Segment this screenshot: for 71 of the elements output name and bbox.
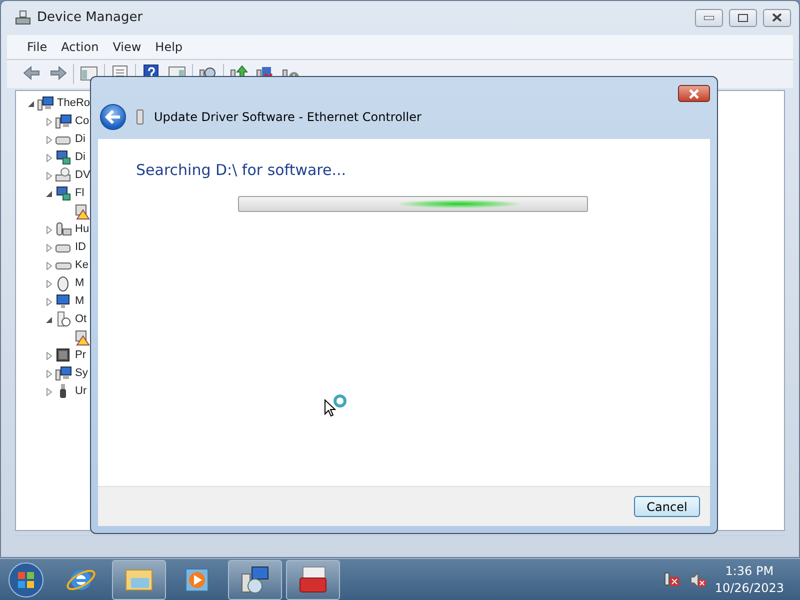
collapse-triangle-icon[interactable] — [45, 190, 53, 198]
tree-item[interactable]: Di — [75, 131, 86, 148]
tree-item[interactable]: Di — [75, 149, 86, 166]
input-device-icon — [55, 221, 72, 238]
collapse-triangle-icon[interactable] — [27, 100, 35, 108]
tree-item[interactable]: DV — [75, 167, 90, 184]
expand-triangle-icon[interactable] — [45, 262, 53, 270]
tree-item[interactable]: Pr — [75, 347, 86, 364]
taskbar-button[interactable] — [228, 560, 282, 600]
expand-triangle-icon[interactable] — [45, 172, 53, 180]
minimize-button[interactable] — [695, 8, 723, 27]
search-status-heading: Searching D:\ for software... — [136, 160, 348, 181]
expand-triangle-icon[interactable] — [45, 352, 53, 360]
computer-icon — [37, 95, 54, 112]
window-title: Device Manager — [37, 9, 144, 28]
processor-icon — [55, 347, 72, 364]
expand-triangle-icon[interactable] — [45, 298, 53, 306]
dialog-title: Update Driver Software - Ethernet Controller — [154, 109, 422, 126]
tree-item[interactable]: Ke — [75, 257, 88, 274]
back-arrow-icon — [105, 110, 121, 124]
disc-drive-icon — [55, 167, 72, 184]
close-icon — [772, 13, 782, 22]
computer-icon — [55, 113, 72, 130]
menu-item[interactable]: Help — [149, 36, 189, 57]
tree-item[interactable]: TheRo — [57, 95, 90, 112]
warning-device-icon — [73, 203, 90, 220]
collapse-triangle-icon[interactable] — [45, 316, 53, 324]
device-manager-icon — [15, 10, 31, 26]
monitor-icon — [55, 293, 72, 310]
tree-item[interactable]: M — [75, 275, 84, 292]
menu-item[interactable]: View — [106, 36, 148, 57]
close-button[interactable] — [763, 8, 791, 27]
expand-triangle-icon[interactable] — [45, 226, 53, 234]
computer-icon — [55, 365, 72, 382]
cancel-button[interactable]: Cancel — [634, 496, 700, 517]
network-adapter-icon — [136, 109, 144, 125]
expand-triangle-icon[interactable] — [45, 370, 53, 378]
warning-device-icon — [73, 329, 90, 346]
tree-item[interactable]: Hu — [75, 221, 90, 238]
tree-item[interactable]: Ot — [75, 311, 87, 328]
menu-item[interactable]: Action — [55, 36, 105, 57]
network-error-icon — [662, 570, 681, 588]
maximize-icon — [738, 14, 748, 22]
expand-triangle-icon[interactable] — [45, 118, 53, 126]
toolbox-icon — [297, 564, 329, 596]
tree-item[interactable]: M — [75, 293, 84, 310]
close-button[interactable] — [678, 85, 710, 102]
clock-date: 10/26/2023 — [714, 580, 784, 596]
pane-icon[interactable] — [79, 64, 99, 84]
unknown-device-icon — [55, 311, 72, 328]
clock-time: 1:36 PM — [724, 562, 775, 580]
maximize-button[interactable] — [729, 8, 757, 27]
tree-item[interactable]: ID — [75, 239, 86, 256]
expand-triangle-icon[interactable] — [45, 136, 53, 144]
expand-triangle-icon[interactable] — [45, 280, 53, 288]
back-button[interactable] — [100, 104, 126, 130]
close-icon — [688, 88, 700, 98]
tree-item[interactable]: Sy — [75, 365, 88, 382]
taskbar-button[interactable] — [286, 560, 340, 600]
display-adapter-icon — [55, 185, 72, 202]
expand-triangle-icon[interactable] — [45, 244, 53, 252]
installer-icon — [239, 564, 271, 596]
tree-item[interactable]: Ur — [75, 383, 87, 400]
tree-item[interactable]: Fl — [75, 185, 84, 202]
tree-item[interactable]: Co — [75, 113, 90, 130]
minimize-icon — [704, 16, 714, 20]
display-adapter-icon — [55, 149, 72, 166]
expand-triangle-icon[interactable] — [45, 388, 53, 396]
volume-muted-icon — [688, 570, 707, 588]
menu-item[interactable]: File — [21, 36, 54, 57]
expand-triangle-icon[interactable] — [45, 154, 53, 162]
